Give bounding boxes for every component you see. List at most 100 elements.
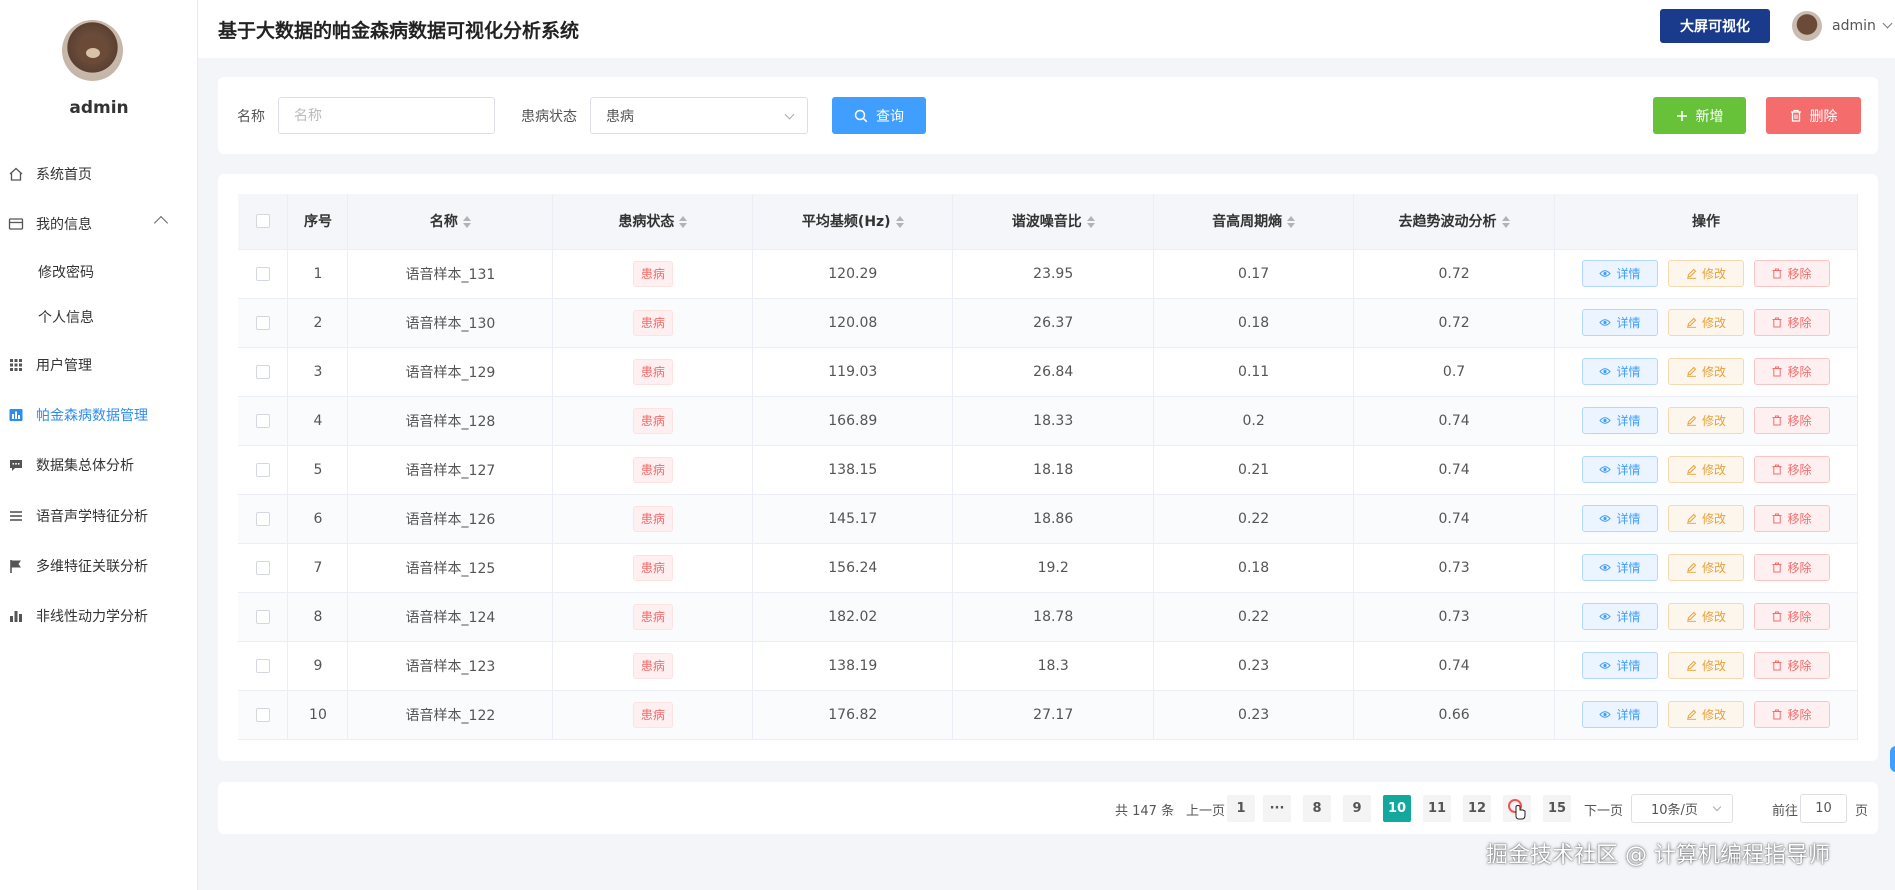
- sidebar-item-users[interactable]: 用户管理: [0, 345, 198, 385]
- table-row[interactable]: 8 语音样本_124 患病 182.02 18.78 0.22 0.73 详情 修改 移除: [238, 592, 1858, 642]
- detail-button[interactable]: 详情: [1582, 309, 1658, 336]
- page-button[interactable]: 9: [1343, 795, 1371, 822]
- goto-page-input[interactable]: [1800, 794, 1847, 823]
- column-header-status[interactable]: 患病状态: [552, 194, 754, 250]
- page-button[interactable]: 8: [1303, 795, 1331, 822]
- column-header-ppe[interactable]: 音高周期熵: [1153, 194, 1355, 250]
- row-select-cell[interactable]: [238, 543, 289, 593]
- page-size-select[interactable]: 10条/页: [1631, 794, 1733, 823]
- detail-button[interactable]: 详情: [1582, 701, 1658, 728]
- avatar[interactable]: [1792, 11, 1822, 41]
- remove-button[interactable]: 移除: [1754, 358, 1830, 385]
- row-select-cell[interactable]: [238, 298, 289, 348]
- table-row[interactable]: 3 语音样本_129 患病 119.03 26.84 0.11 0.7 详情 修改 移除: [238, 347, 1858, 397]
- sort-icon[interactable]: [1086, 216, 1095, 229]
- remove-button[interactable]: 移除: [1754, 554, 1830, 581]
- remove-button[interactable]: 移除: [1754, 652, 1830, 679]
- remove-button[interactable]: 移除: [1754, 309, 1830, 336]
- row-checkbox[interactable]: [255, 511, 270, 526]
- sort-icon[interactable]: [679, 216, 688, 229]
- avatar[interactable]: [62, 20, 123, 81]
- remove-button[interactable]: 移除: [1754, 456, 1830, 483]
- edit-button[interactable]: 修改: [1668, 603, 1744, 630]
- row-checkbox[interactable]: [255, 364, 270, 379]
- page-ellipsis-button[interactable]: ···: [1263, 795, 1291, 822]
- edit-button[interactable]: 修改: [1668, 358, 1744, 385]
- edit-button[interactable]: 修改: [1668, 456, 1744, 483]
- column-header-dfa[interactable]: 去趋势波动分析: [1353, 194, 1556, 250]
- row-select-cell[interactable]: [238, 347, 289, 397]
- row-select-cell[interactable]: [238, 592, 289, 642]
- detail-button[interactable]: 详情: [1582, 505, 1658, 532]
- sidebar-item-nonlinear-analysis[interactable]: 非线性动力学分析: [0, 596, 198, 636]
- column-header-hnr[interactable]: 谐波噪音比: [952, 194, 1155, 250]
- table-row[interactable]: 9 语音样本_123 患病 138.19 18.3 0.23 0.74 详情 修改 移除: [238, 641, 1858, 691]
- detail-button[interactable]: 详情: [1582, 260, 1658, 287]
- edit-button[interactable]: 修改: [1668, 407, 1744, 434]
- sort-icon[interactable]: [1501, 216, 1510, 229]
- row-checkbox[interactable]: [255, 609, 270, 624]
- table-row[interactable]: 4 语音样本_128 患病 166.89 18.33 0.2 0.74 详情 修改 移除: [238, 396, 1858, 446]
- table-row[interactable]: 6 语音样本_126 患病 145.17 18.86 0.22 0.74 详情 修改 移除: [238, 494, 1858, 544]
- sidebar-item-acoustic-analysis[interactable]: 语音声学特征分析: [0, 496, 198, 536]
- big-screen-button[interactable]: 大屏可视化: [1660, 9, 1770, 43]
- remove-button[interactable]: 移除: [1754, 260, 1830, 287]
- row-checkbox[interactable]: [255, 658, 270, 673]
- sidebar-item-parkinson-data[interactable]: 帕金森病数据管理: [0, 395, 198, 435]
- prev-page-button[interactable]: 上一页: [1186, 800, 1225, 819]
- current-page-button[interactable]: 10: [1383, 795, 1411, 822]
- detail-button[interactable]: 详情: [1582, 652, 1658, 679]
- delete-button[interactable]: 删除: [1766, 97, 1861, 134]
- sidebar-item-change-password[interactable]: 修改密码: [0, 252, 198, 292]
- page-button-under-cursor[interactable]: [1503, 795, 1531, 822]
- remove-button[interactable]: 移除: [1754, 701, 1830, 728]
- chevron-down-icon[interactable]: [1882, 18, 1893, 29]
- sidebar-item-profile[interactable]: 个人信息: [0, 297, 198, 337]
- detail-button[interactable]: 详情: [1582, 554, 1658, 581]
- column-header-name[interactable]: 名称: [347, 194, 554, 250]
- edit-button[interactable]: 修改: [1668, 309, 1744, 336]
- table-row[interactable]: 1 语音样本_131 患病 120.29 23.95 0.17 0.72 详情 修改 移除: [238, 249, 1858, 299]
- row-select-cell[interactable]: [238, 494, 289, 544]
- sidebar-item-my-info[interactable]: 我的信息: [0, 204, 198, 244]
- table-row[interactable]: 7 语音样本_125 患病 156.24 19.2 0.18 0.73 详情 修改 移除: [238, 543, 1858, 593]
- header-username[interactable]: admin: [1832, 18, 1876, 34]
- row-select-cell[interactable]: [238, 445, 289, 495]
- page-button[interactable]: 12: [1463, 795, 1491, 822]
- status-select[interactable]: 患病: [590, 97, 808, 134]
- page-button[interactable]: 15: [1543, 795, 1571, 822]
- next-page-button[interactable]: 下一页: [1584, 800, 1623, 819]
- remove-button[interactable]: 移除: [1754, 505, 1830, 532]
- search-button[interactable]: 查询: [832, 97, 926, 134]
- row-checkbox[interactable]: [255, 315, 270, 330]
- table-row[interactable]: 2 语音样本_130 患病 120.08 26.37 0.18 0.72 详情 修改 移除: [238, 298, 1858, 348]
- remove-button[interactable]: 移除: [1754, 603, 1830, 630]
- row-select-cell[interactable]: [238, 249, 289, 299]
- edit-button[interactable]: 修改: [1668, 505, 1744, 532]
- row-checkbox[interactable]: [255, 560, 270, 575]
- sort-icon[interactable]: [1287, 216, 1296, 229]
- floating-edge-button[interactable]: [1890, 746, 1895, 772]
- remove-button[interactable]: 移除: [1754, 407, 1830, 434]
- detail-button[interactable]: 详情: [1582, 358, 1658, 385]
- select-all-checkbox[interactable]: [255, 214, 270, 229]
- page-button[interactable]: 1: [1227, 795, 1255, 822]
- edit-button[interactable]: 修改: [1668, 260, 1744, 287]
- sidebar-item-dataset-analysis[interactable]: 数据集总体分析: [0, 445, 198, 485]
- row-select-cell[interactable]: [238, 396, 289, 446]
- sidebar-item-correlation-analysis[interactable]: 多维特征关联分析: [0, 546, 198, 586]
- name-search-input[interactable]: [278, 97, 495, 134]
- detail-button[interactable]: 详情: [1582, 456, 1658, 483]
- sidebar-item-home[interactable]: 系统首页: [0, 154, 198, 194]
- select-all-cell[interactable]: [238, 194, 289, 250]
- detail-button[interactable]: 详情: [1582, 407, 1658, 434]
- row-select-cell[interactable]: [238, 641, 289, 691]
- row-select-cell[interactable]: [238, 690, 289, 740]
- table-row[interactable]: 5 语音样本_127 患病 138.15 18.18 0.21 0.74 详情 修改 移除: [238, 445, 1858, 495]
- edit-button[interactable]: 修改: [1668, 701, 1744, 728]
- table-row[interactable]: 10 语音样本_122 患病 176.82 27.17 0.23 0.66 详情 修改 移除: [238, 690, 1858, 740]
- edit-button[interactable]: 修改: [1668, 652, 1744, 679]
- column-header-fo[interactable]: 平均基频(Hz): [752, 194, 954, 250]
- page-button[interactable]: 11: [1423, 795, 1451, 822]
- edit-button[interactable]: 修改: [1668, 554, 1744, 581]
